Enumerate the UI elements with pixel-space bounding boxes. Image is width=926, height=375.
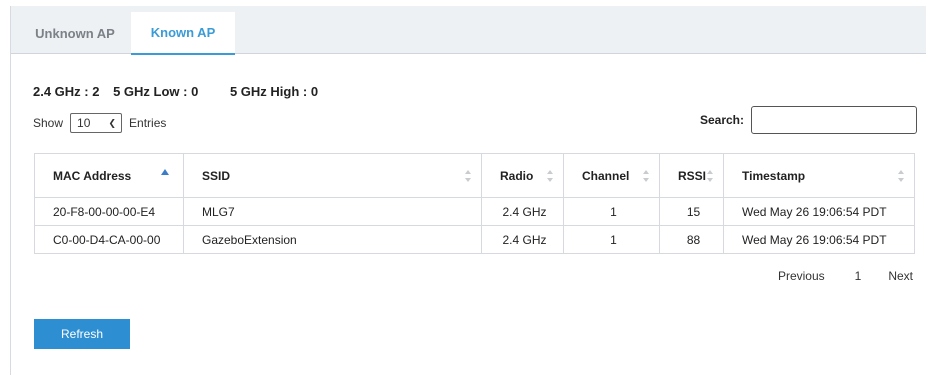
cell-radio: 2.4 GHz: [481, 225, 564, 254]
cell-rssi: 88: [659, 225, 724, 254]
app-frame: Unknown AP Known AP 2.4 GHz : 2 5 GHz Lo…: [10, 6, 926, 375]
sort-both-icon: [642, 169, 649, 182]
band-counts: 2.4 GHz : 2 5 GHz Low : 0 5 GHz High : 0: [33, 84, 318, 99]
col-ssid[interactable]: SSID: [183, 153, 482, 198]
cell-radio: 2.4 GHz: [481, 197, 564, 226]
show-label: Show: [33, 116, 64, 130]
col-radio[interactable]: Radio: [481, 153, 564, 198]
page-length-control: Show 10 ❮ Entries: [33, 112, 166, 134]
tab-unknown-ap[interactable]: Unknown AP: [19, 12, 131, 54]
count-5ghz-low: 5 GHz Low : 0: [113, 84, 199, 99]
entries-select[interactable]: 10 ❮: [70, 113, 123, 133]
sort-both-icon: [464, 169, 471, 182]
known-ap-table: MAC Address SSID Radio Channel RSSI Time…: [34, 153, 915, 254]
cell-channel: 1: [563, 225, 660, 254]
table-header-row: MAC Address SSID Radio Channel RSSI Time…: [34, 153, 915, 198]
cell-timestamp: Wed May 26 19:06:54 PDT: [723, 197, 915, 226]
table-row: C0-00-D4-CA-00-00 GazeboExtension 2.4 GH…: [34, 225, 915, 254]
chevron-down-icon: ❮: [108, 117, 117, 128]
previous-page-button[interactable]: Previous: [778, 269, 825, 283]
known-ap-panel: 2.4 GHz : 2 5 GHz Low : 0 5 GHz High : 0…: [11, 55, 926, 375]
cell-mac: C0-00-D4-CA-00-00: [34, 225, 184, 254]
cell-ssid: MLG7: [183, 197, 482, 226]
cell-ssid: GazeboExtension: [183, 225, 482, 254]
cell-channel: 1: [563, 197, 660, 226]
pagination: Previous 1 Next: [778, 269, 913, 283]
next-page-button[interactable]: Next: [888, 269, 913, 283]
count-24ghz: 2.4 GHz : 2: [33, 84, 100, 99]
cell-rssi: 15: [659, 197, 724, 226]
sort-both-icon: [546, 169, 553, 182]
col-mac-address[interactable]: MAC Address: [34, 153, 184, 198]
table-row: 20-F8-00-00-00-E4 MLG7 2.4 GHz 1 15 Wed …: [34, 197, 915, 226]
entries-select-value: 10: [77, 116, 91, 130]
entries-label: Entries: [129, 116, 167, 130]
refresh-button[interactable]: Refresh: [34, 319, 130, 349]
sort-both-icon: [706, 169, 713, 182]
search-control: Search:: [700, 106, 917, 134]
search-input[interactable]: [751, 106, 917, 134]
sort-both-icon: [897, 169, 904, 182]
cell-mac: 20-F8-00-00-00-E4: [34, 197, 184, 226]
search-label: Search:: [699, 113, 744, 127]
sort-ascending-icon: [161, 169, 169, 175]
count-5ghz-high: 5 GHz High : 0: [229, 84, 319, 99]
cell-timestamp: Wed May 26 19:06:54 PDT: [723, 225, 915, 254]
col-channel[interactable]: Channel: [563, 153, 660, 198]
tab-bar: Unknown AP Known AP: [11, 6, 926, 55]
col-timestamp[interactable]: Timestamp: [723, 153, 915, 198]
page-1-button[interactable]: 1: [855, 269, 862, 283]
col-rssi[interactable]: RSSI: [659, 153, 724, 198]
tab-known-ap[interactable]: Known AP: [131, 12, 235, 55]
